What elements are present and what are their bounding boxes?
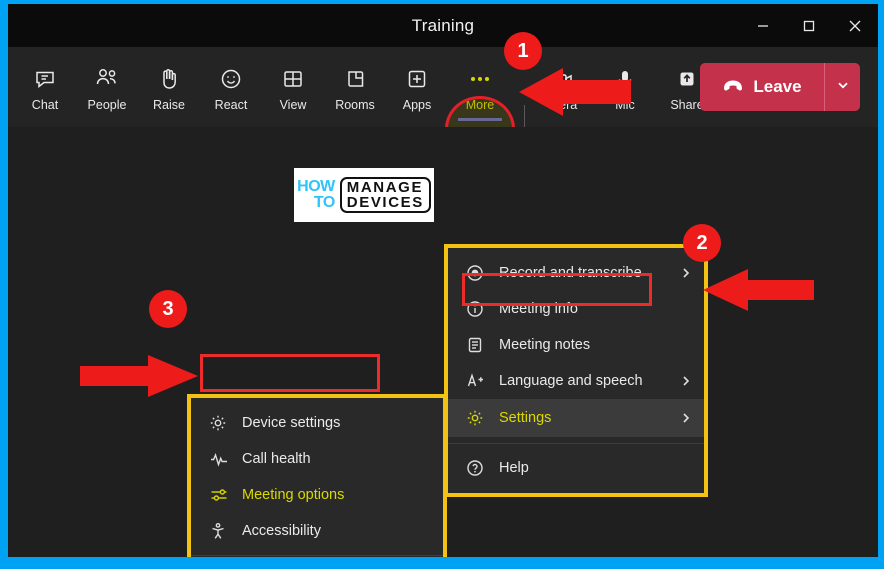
submenu-item-label: Meeting options (242, 487, 345, 503)
maximize-icon[interactable] (786, 4, 832, 47)
view-grid-icon (281, 64, 305, 94)
pulse-icon (209, 449, 235, 469)
submenu-item-label: Call health (242, 451, 311, 467)
raise-hand-icon (158, 64, 180, 94)
logo-line-manage: MANAGE (346, 178, 424, 196)
menu-item-record-and-transcribe[interactable]: Record and transcribe (448, 255, 704, 291)
hang-up-icon (722, 77, 744, 98)
meeting-toolbar: Chat People Raise React View Rooms Apps … (8, 47, 878, 162)
chevron-right-icon (680, 363, 692, 399)
menu-item-language-and-speech[interactable]: Language and speech (448, 363, 704, 399)
chat-icon (33, 64, 57, 94)
toolbar-label: Share (670, 98, 704, 112)
submenu-separator (191, 555, 443, 556)
chevron-right-icon (680, 399, 692, 437)
callout-badge-2: 2 (683, 224, 721, 262)
menu-item-help[interactable]: Help (448, 450, 704, 486)
menu-item-label: Record and transcribe (499, 265, 642, 281)
callout-badge-3: 3 (149, 290, 187, 328)
meeting-stage: HOW TO MANAGE DEVICES Record and transcr… (8, 127, 878, 557)
share-up-arrow-icon (675, 64, 699, 94)
record-circle-icon (466, 263, 492, 283)
leave-label: Leave (753, 77, 802, 96)
logo-manage-devices: MANAGE DEVICES (339, 176, 431, 214)
toolbar-label: Apps (402, 98, 432, 112)
toolbar-label: People (87, 98, 127, 112)
menu-item-label: Meeting info (499, 301, 578, 317)
people-icon (94, 64, 120, 94)
notes-icon (466, 335, 492, 355)
toolbar-label: Rooms (335, 98, 375, 112)
logo-line-devices: DEVICES (346, 194, 424, 211)
teams-meeting-window: Training Chat People Raise React View Ro… (8, 4, 878, 557)
menu-item-label: Meeting notes (499, 337, 591, 353)
menu-item-label: Settings (499, 410, 552, 426)
accessibility-icon (209, 521, 235, 541)
toolbar-button-react[interactable]: React (200, 57, 262, 119)
submenu-item-label: Accessibility (242, 523, 321, 539)
leave-main-area[interactable]: Leave (700, 63, 824, 111)
sliders-icon (209, 485, 235, 505)
callout-arrow-2 (703, 269, 814, 311)
react-smiley-icon (219, 64, 243, 94)
menu-item-label: Help (499, 460, 529, 476)
gear-icon (466, 408, 492, 428)
menu-item-meeting-notes[interactable]: Meeting notes (448, 327, 704, 363)
leave-dropdown-button[interactable] (824, 63, 860, 111)
toolbar-button-people[interactable]: People (76, 57, 138, 119)
chevron-down-icon (836, 78, 850, 97)
more-menu: Record and transcribe Meeting info Meeti… (444, 244, 708, 497)
leave-button[interactable]: Leave (700, 63, 860, 111)
watermark-logo: HOW TO MANAGE DEVICES (294, 168, 434, 222)
toolbar-button-view[interactable]: View (262, 57, 324, 119)
toolbar-label: React (214, 98, 248, 112)
submenu-item-accessibility[interactable]: Accessibility (191, 513, 443, 549)
menu-item-label: Language and speech (499, 373, 643, 389)
gear-icon (209, 413, 235, 433)
submenu-item-meeting-options[interactable]: Meeting options (191, 477, 443, 513)
language-icon (466, 371, 492, 391)
toolbar-label: View (279, 98, 307, 112)
info-circle-icon (466, 299, 492, 319)
callout-badge-1: 1 (504, 32, 542, 70)
settings-submenu: Device settings Call health Meeting opti… (187, 394, 447, 557)
logo-line-how: HOW (297, 178, 335, 195)
menu-bottom-padding (448, 486, 704, 493)
submenu-item-call-health[interactable]: Call health (191, 441, 443, 477)
menu-separator (448, 443, 704, 444)
toolbar-button-apps[interactable]: Apps (386, 57, 448, 119)
logo-how-to: HOW TO (297, 179, 335, 211)
close-icon[interactable] (832, 4, 878, 47)
callout-arrow-1 (519, 68, 631, 116)
toolbar-button-chat[interactable]: Chat (14, 57, 76, 119)
submenu-item-device-settings[interactable]: Device settings (191, 405, 443, 441)
more-ellipsis-icon (471, 64, 489, 94)
menu-top-padding (448, 248, 704, 255)
window-title-bar: Training (8, 4, 878, 47)
toolbar-button-rooms[interactable]: Rooms (324, 57, 386, 119)
submenu-item-label: Device settings (242, 415, 341, 431)
rooms-icon (343, 64, 367, 94)
toolbar-button-raise[interactable]: Raise (138, 57, 200, 119)
callout-arrow-3 (80, 355, 198, 397)
menu-item-meeting-info[interactable]: Meeting info (448, 291, 704, 327)
apps-plus-icon (405, 64, 429, 94)
toolbar-label: Chat (31, 98, 59, 112)
logo-line-to: TO (313, 194, 335, 211)
toolbar-label: Raise (153, 98, 185, 112)
chevron-right-icon (680, 255, 692, 291)
menu-item-settings[interactable]: Settings (448, 399, 704, 437)
submenu-top-padding (191, 398, 443, 405)
help-circle-icon (466, 458, 492, 478)
minimize-icon[interactable] (740, 4, 786, 47)
